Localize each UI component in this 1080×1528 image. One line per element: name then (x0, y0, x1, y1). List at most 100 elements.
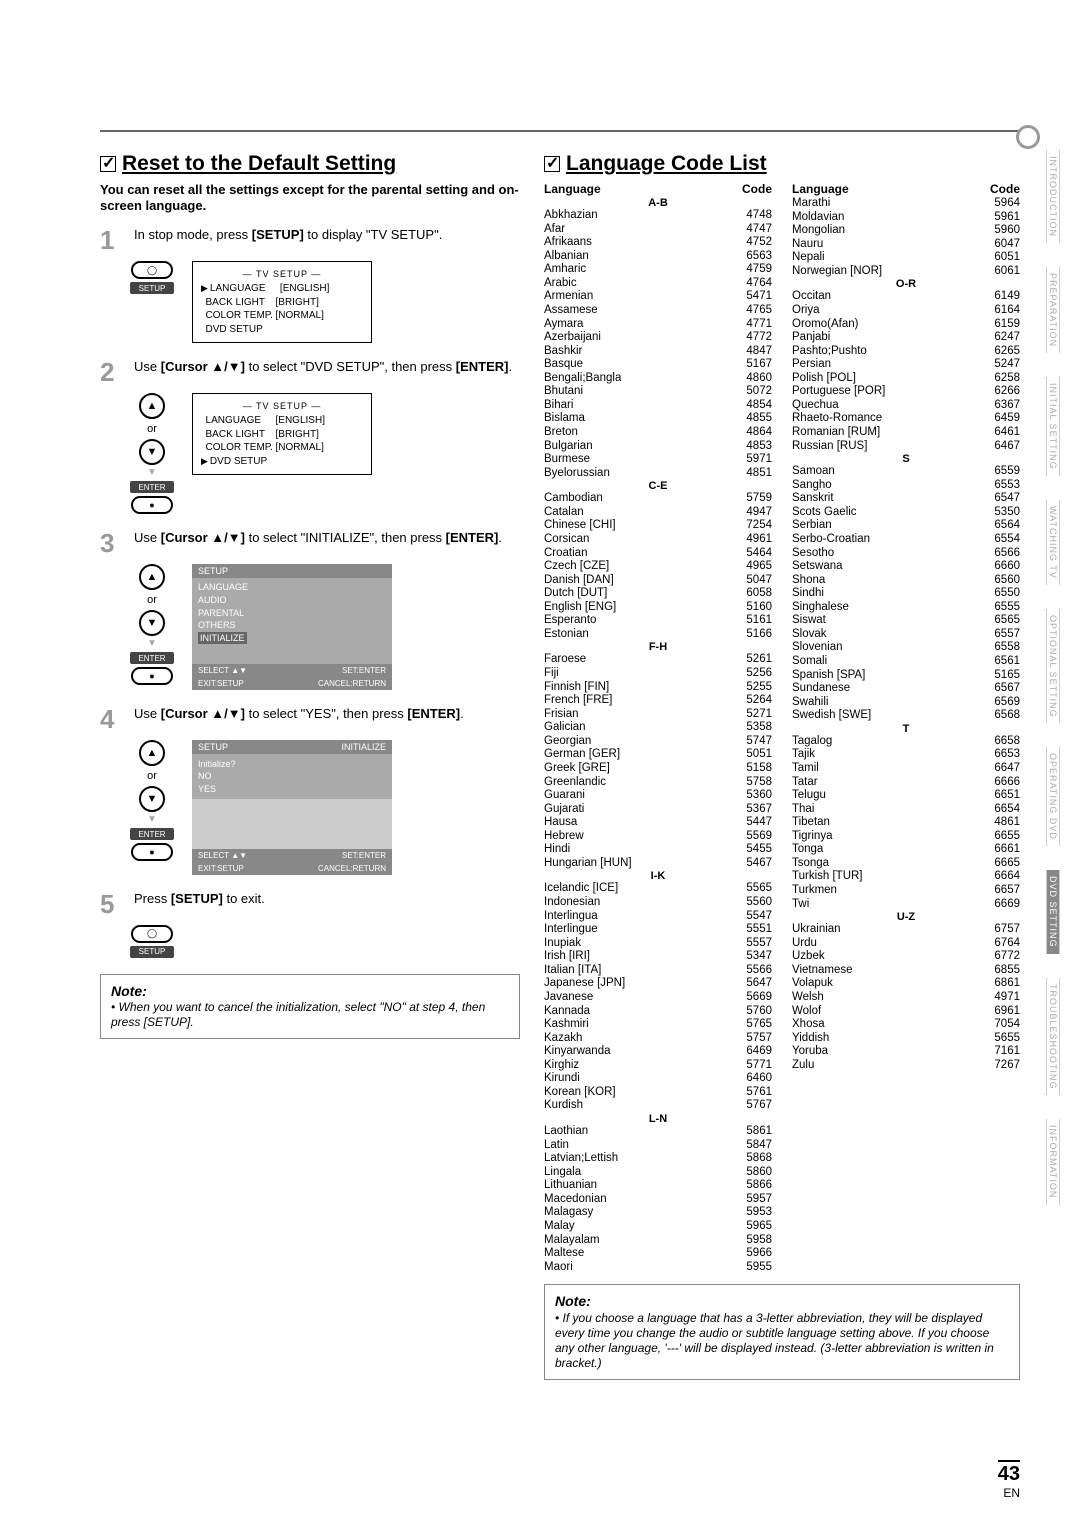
lang-row: Malay5965 (544, 1220, 772, 1234)
tab-introduction: INTRODUCTION (1046, 150, 1060, 243)
lang-row: Volapuk6861 (792, 977, 1020, 991)
lang-col-right: LanguageCode Marathi5964Moldavian5961Mon… (792, 182, 1020, 1274)
lang-row: Tsonga6665 (792, 857, 1020, 871)
reset-title-text: Reset to the Default Setting (122, 152, 396, 176)
enter-label: ENTER (130, 828, 174, 840)
lang-row: Armenian5471 (544, 290, 772, 304)
lang-row: Slovak6557 (792, 628, 1020, 642)
lang-row: Kazakh5757 (544, 1032, 772, 1046)
lang-row: Swahili6569 (792, 696, 1020, 710)
lang-row: Cambodian5759 (544, 492, 772, 506)
step-1-diagram: ◯ SETUP — TV SETUP — ▶LANGUAGE[ENGLISH] … (130, 261, 520, 343)
lang-row: Siswat6565 (792, 614, 1020, 628)
lang-group-header: O-R (792, 278, 1020, 290)
lang-row: Tibetan4861 (792, 816, 1020, 830)
lang-row: Catalan4947 (544, 506, 772, 520)
lang-row: Finnish [FIN]5255 (544, 681, 772, 695)
lang-row: Pashto;Pushto6265 (792, 345, 1020, 359)
lang-row: Burmese5971 (544, 453, 772, 467)
step-4-diagram: ▲ or ▼ ▼ ENTER ● SETUP INITIALIZE Initia… (130, 740, 520, 874)
lang-row: Faroese5261 (544, 653, 772, 667)
lang-row: Quechua6367 (792, 399, 1020, 413)
step-4: 4 Use [Cursor ▲/▼] to select "YES", then… (100, 706, 520, 732)
down-btn-icon: ▼ (139, 610, 165, 636)
lang-group-header: I-K (544, 870, 772, 882)
lang-row: Tonga6661 (792, 843, 1020, 857)
lang-row: Albanian6563 (544, 250, 772, 264)
tri-icon: ▼ (147, 468, 157, 478)
step-number: 2 (100, 359, 126, 385)
tab-preparation: PREPARATION (1046, 267, 1060, 353)
step-3: 3 Use [Cursor ▲/▼] to select "INITIALIZE… (100, 530, 520, 556)
lang-row: Rhaeto-Romance6459 (792, 412, 1020, 426)
lang-row: Thai6654 (792, 803, 1020, 817)
lang-row: Samoan6559 (792, 465, 1020, 479)
lang-row: Sanskrit6547 (792, 492, 1020, 506)
lang-group-header: T (792, 723, 1020, 735)
lang-row: Croatian5464 (544, 547, 772, 561)
enter-btn-icon: ● (131, 843, 173, 861)
lang-row: Guarani5360 (544, 789, 772, 803)
lang-row: Panjabi6247 (792, 331, 1020, 345)
lang-row: Irish [IRI]5347 (544, 950, 772, 964)
lang-row: Urdu6764 (792, 937, 1020, 951)
tab-initial-setting: INITIAL SETTING (1046, 377, 1060, 476)
reset-title: Reset to the Default Setting (100, 152, 520, 176)
lang-row: Fiji5256 (544, 667, 772, 681)
header-rule (100, 130, 1020, 132)
lang-group-header: C-E (544, 480, 772, 492)
lang-row: Marathi5964 (792, 197, 1020, 211)
step-text: In stop mode, press [SETUP] to display "… (134, 227, 520, 253)
lang-row: Breton4864 (544, 426, 772, 440)
lang-row: Sindhi6550 (792, 587, 1020, 601)
lang-row: Interlingue5551 (544, 923, 772, 937)
lang-columns: LanguageCode A-BAbkhazian4748Afar4747Afr… (544, 182, 1020, 1274)
tv-setup-screen-2: — TV SETUP — LANGUAGE[ENGLISH] BACK LIGH… (192, 393, 372, 475)
lang-row: Korean [KOR]5761 (544, 1086, 772, 1100)
initialize-screen: SETUP INITIALIZE Initialize? NO YES SELE… (192, 740, 392, 874)
lang-row: Galician5358 (544, 721, 772, 735)
lang-row: Wolof6961 (792, 1005, 1020, 1019)
tv-setup-screen-1: — TV SETUP — ▶LANGUAGE[ENGLISH] BACK LIG… (192, 261, 372, 343)
enter-btn-icon: ● (131, 667, 173, 685)
lang-row: Frisian5271 (544, 708, 772, 722)
lang-row: Setswana6660 (792, 560, 1020, 574)
lang-group-header: L-N (544, 1113, 772, 1125)
lang-row: Sesotho6566 (792, 547, 1020, 561)
lang-row: Ukrainian6757 (792, 923, 1020, 937)
lang-row: Kinyarwanda6469 (544, 1045, 772, 1059)
remote-cursor-btns: ▲ or ▼ ▼ ENTER ● (130, 564, 174, 685)
tab-dvd-setting: DVD SETTING (1046, 870, 1060, 954)
lang-row: German [GER]5051 (544, 748, 772, 762)
lang-row: Oromo(Afan)6159 (792, 318, 1020, 332)
side-tabs: INTRODUCTION PREPARATION INITIAL SETTING… (1046, 150, 1060, 1205)
lang-row: Tagalog6658 (792, 735, 1020, 749)
lang-row: Lithuanian5866 (544, 1179, 772, 1193)
remote-setup-btn: ◯ SETUP (130, 261, 174, 294)
lang-row: French [FRE]5264 (544, 694, 772, 708)
lang-row: Danish [DAN]5047 (544, 574, 772, 588)
lang-row: Greek [GRE]5158 (544, 762, 772, 776)
page-lang: EN (998, 1486, 1020, 1500)
page-number: 43 (998, 1460, 1020, 1486)
lang-row: Georgian5747 (544, 735, 772, 749)
lang-row: Welsh4971 (792, 991, 1020, 1005)
lang-row: Vietnamese6855 (792, 964, 1020, 978)
lang-row: Maori5955 (544, 1261, 772, 1275)
lang-row: Hausa5447 (544, 816, 772, 830)
langlist-title-text: Language Code List (566, 152, 767, 176)
lang-row: Hebrew5569 (544, 830, 772, 844)
lang-row: Basque5167 (544, 358, 772, 372)
tab-optional-setting: OPTIONAL SETTING (1046, 609, 1060, 724)
lang-row: Oriya6164 (792, 304, 1020, 318)
enter-label: ENTER (130, 481, 174, 493)
lang-row: Afrikaans4752 (544, 236, 772, 250)
dvd-setup-screen: SETUP LANGUAGE AUDIO PARENTAL OTHERS INI… (192, 564, 392, 690)
header-dot-icon (1016, 125, 1040, 149)
lang-row: Nauru6047 (792, 238, 1020, 252)
step-3-diagram: ▲ or ▼ ▼ ENTER ● SETUP LANGUAGE AUDIO PA… (130, 564, 520, 690)
step-number: 3 (100, 530, 126, 556)
lang-row: Nepali6051 (792, 251, 1020, 265)
lang-row: Tigrinya6655 (792, 830, 1020, 844)
lang-row: Latin5847 (544, 1139, 772, 1153)
